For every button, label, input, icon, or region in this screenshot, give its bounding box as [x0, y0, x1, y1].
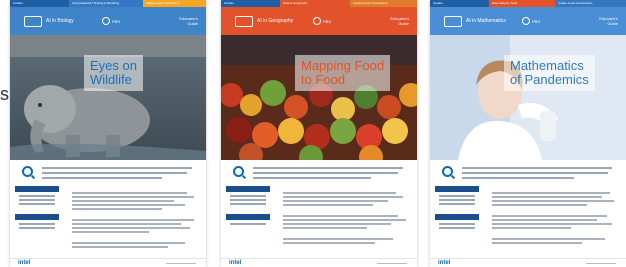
header-band: AI in Mathematics PBS Educator's Guide — [430, 7, 626, 35]
guide-label: Educator's Guide — [390, 16, 409, 26]
intel-logo: intel — [18, 260, 31, 266]
sidebar-block-1 — [226, 186, 270, 207]
footer: intel — [10, 258, 206, 267]
cover-title: Eyes on Wildlife — [84, 55, 143, 91]
intel-logo: intel — [438, 260, 451, 266]
magnifier-icon — [22, 166, 33, 177]
sidebar-block-2 — [15, 214, 59, 231]
program-logo-icon — [235, 16, 253, 27]
partner-logo-icon — [102, 17, 110, 25]
partner-logo-icon — [522, 17, 530, 25]
program-name: AI in Geography — [257, 18, 294, 24]
tab-topic: Computational Thinking & Modeling — [68, 0, 144, 7]
cover-title: Mapping Food to Food — [295, 55, 391, 91]
intro-section — [430, 162, 626, 182]
guide-cover-mapping-food[interactable]: Grades Data & Geography Grade-Level Conn… — [221, 0, 417, 267]
cover-title: Mathematics of Pandemics — [504, 55, 595, 91]
program-name: AI in Biology — [46, 18, 74, 24]
header-band: AI in Biology PBS Educator's Guide — [10, 7, 206, 35]
header-band: AI in Geography PBS Educator's Guide — [221, 7, 417, 35]
magnifier-icon — [233, 166, 244, 177]
program-logo-icon — [444, 16, 462, 27]
partner-name: PBS — [112, 19, 121, 24]
intro-section — [221, 162, 417, 182]
tab-bar: Grades Data Science Tools Grade-Level Co… — [430, 0, 626, 7]
tab-connections: Grade-Level Connections — [555, 0, 626, 7]
partner-name: PBS — [323, 19, 332, 24]
guide-cover-mathematics-of-pandemics[interactable]: Grades Data Science Tools Grade-Level Co… — [430, 0, 626, 267]
intro-section — [10, 162, 206, 182]
tab-connections: Grade-Level Connections — [350, 0, 417, 7]
program-logo-icon — [24, 16, 42, 27]
tab-bar: Grades Data & Geography Grade-Level Conn… — [221, 0, 417, 7]
sidebar-block-1 — [435, 186, 479, 207]
tab-topic: Data Science Tools — [488, 0, 556, 7]
content-column — [283, 186, 411, 246]
tab-connections: Grade-Level Connections — [143, 0, 206, 7]
sidebar-block-2 — [226, 214, 270, 227]
cover-photo-market: Mapping Food to Food — [221, 35, 417, 160]
intel-logo: intel — [229, 260, 242, 266]
tab-grades: Grades — [10, 0, 69, 7]
tab-bar: Grades Computational Thinking & Modeling… — [10, 0, 206, 7]
partner-logo-icon — [313, 17, 321, 25]
tab-grades: Grades — [221, 0, 280, 7]
guide-label: Educator's Guide — [599, 16, 618, 26]
cover-photo-child: Mathematics of Pandemics — [430, 35, 626, 160]
content-column — [492, 186, 620, 246]
partner-name: PBS — [532, 19, 541, 24]
tab-topic: Data & Geography — [279, 0, 351, 7]
content-column — [72, 186, 200, 250]
footer: intel — [430, 258, 626, 267]
sidebar-block-2 — [435, 214, 479, 231]
guide-cover-eyes-on-wildlife[interactable]: Grades Computational Thinking & Modeling… — [10, 0, 206, 267]
cover-photo-elephant: Eyes on Wildlife — [10, 35, 206, 160]
sidebar-block-1 — [15, 186, 59, 207]
magnifier-icon — [442, 166, 453, 177]
guide-label: Educator's Guide — [179, 16, 198, 26]
footer: intel — [221, 258, 417, 267]
tab-grades: Grades — [430, 0, 489, 7]
program-name: AI in Mathematics — [466, 18, 506, 24]
